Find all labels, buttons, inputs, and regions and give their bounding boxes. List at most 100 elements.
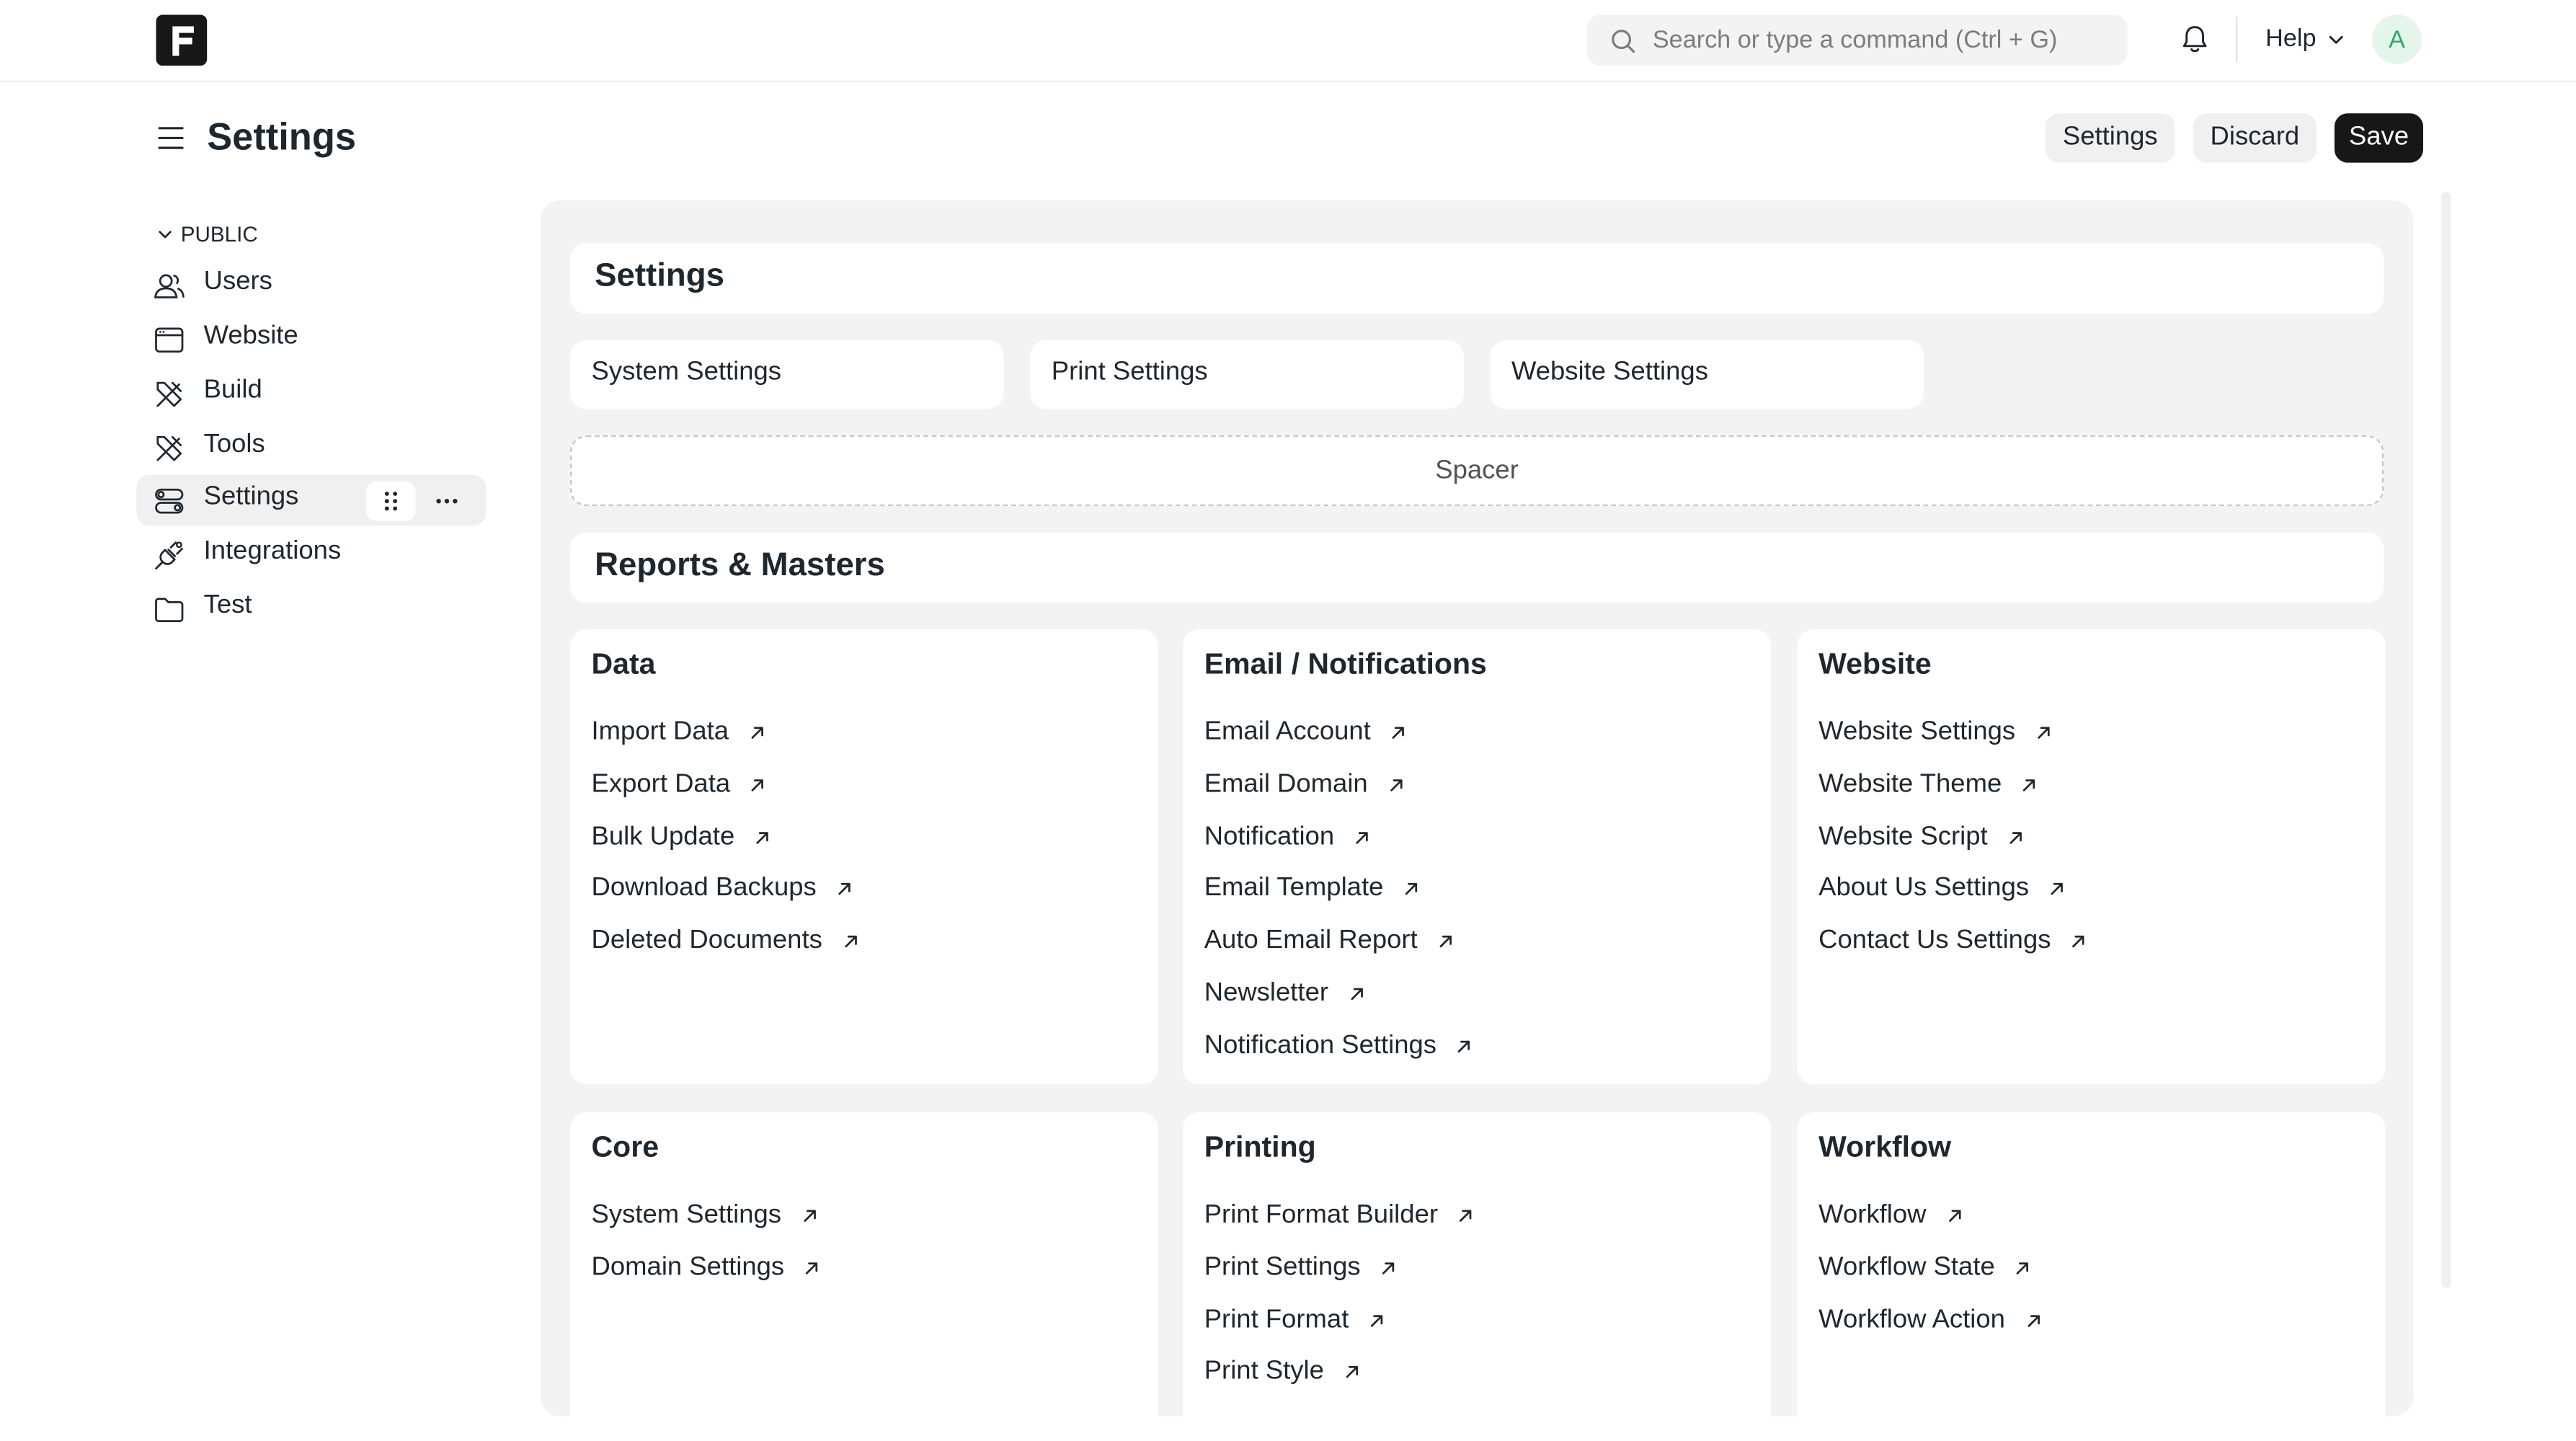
card-title: Data [591, 647, 656, 680]
external-arrow-icon [804, 1260, 820, 1277]
external-arrow-icon [1437, 934, 1454, 950]
frappe-logo-icon [172, 25, 193, 56]
external-arrow-icon [2025, 1312, 2041, 1329]
sidebar-item-label: Integrations [203, 537, 342, 566]
sidebar-item-test[interactable]: Test [136, 583, 486, 634]
user-avatar[interactable]: A [2372, 14, 2422, 64]
external-arrow-icon [836, 882, 853, 898]
card-link[interactable]: Print Format Builder [1204, 1201, 1474, 1231]
card-link[interactable]: Notification [1204, 823, 1371, 852]
page-title: Settings [207, 115, 357, 158]
card-link[interactable]: About Us Settings [1818, 874, 2065, 904]
save-button[interactable]: Save [2334, 113, 2423, 163]
card-link-label: Workflow [1818, 1201, 1927, 1229]
search-input[interactable] [1652, 26, 2128, 55]
card-link[interactable]: Domain Settings [592, 1254, 821, 1283]
card-link-label: Workflow State [1818, 1253, 1995, 1282]
card-link[interactable]: Website Script [1818, 823, 2024, 852]
card-link[interactable]: Bulk Update [592, 823, 771, 852]
card-link[interactable]: Newsletter [1204, 979, 1364, 1008]
bell-icon [2182, 26, 2207, 53]
card-link[interactable]: Workflow [1818, 1201, 1962, 1231]
card-link[interactable]: Deleted Documents [592, 927, 858, 957]
sidebar-section-public[interactable]: PUBLIC [156, 222, 258, 247]
card-link[interactable]: Email Domain [1204, 771, 1404, 800]
discard-button[interactable]: Discard [2193, 113, 2317, 163]
hamburger-menu-icon [158, 127, 184, 149]
card-link[interactable]: Download Backups [592, 874, 853, 904]
card-link-label: Website Settings [1818, 718, 2016, 746]
sidebar-item-settings[interactable]: Settings [136, 474, 487, 526]
help-dropdown[interactable]: Help [2265, 25, 2345, 53]
card-title: Email / Notifications [1204, 647, 1487, 680]
card-link[interactable]: Website Settings [1818, 718, 2051, 748]
spacer-label: Spacer [1435, 456, 1519, 484]
sidebar-item-website[interactable]: Website [136, 314, 486, 365]
drag-handle[interactable] [366, 481, 416, 521]
sidebar-item-build[interactable]: Build [136, 368, 486, 420]
card-link-label: Print Format Builder [1204, 1201, 1438, 1229]
external-arrow-icon [1457, 1207, 1474, 1224]
card-link[interactable]: Workflow State [1818, 1254, 2031, 1283]
shortcut-print-settings[interactable]: Print Settings [1030, 340, 1464, 409]
card-link-label: Domain Settings [591, 1253, 785, 1282]
external-arrow-icon [2071, 934, 2087, 950]
card-link[interactable]: Contact Us Settings [1818, 927, 2087, 957]
external-arrow-icon [1348, 986, 1364, 1003]
link-card-website: Website Website Settings Website Theme Webs… [1797, 629, 2386, 1085]
card-link[interactable]: Print Settings [1204, 1254, 1397, 1283]
shortcut-system-settings[interactable]: System Settings [569, 340, 1004, 409]
card-link-label: Import Data [591, 718, 729, 746]
page-scrollbar[interactable] [2441, 192, 2451, 1288]
link-card-data: Data Import Data Export Data Bulk Update Dow… [569, 629, 1158, 1085]
app-logo[interactable] [156, 14, 208, 66]
card-link[interactable]: Email Account [1204, 718, 1407, 748]
card-link[interactable]: System Settings [592, 1201, 818, 1231]
notifications-button[interactable] [2178, 23, 2211, 64]
sidebar-item-label: Build [203, 376, 262, 404]
card-link[interactable]: Auto Email Report [1204, 927, 1454, 957]
sidebar-item-label: Users [203, 267, 272, 296]
card-link[interactable]: Print Format [1204, 1305, 1385, 1335]
external-arrow-icon [1354, 829, 1370, 846]
card-link[interactable]: Notification Settings [1204, 1032, 1473, 1061]
card-link[interactable]: Export Data [592, 771, 767, 800]
shortcut-label: Print Settings [1051, 358, 1208, 386]
card-link-label: Newsletter [1204, 979, 1328, 1008]
card-link-label: Website Theme [1818, 770, 2002, 799]
sidebar-item-users[interactable]: Users [136, 260, 486, 311]
card-link-label: Email Account [1204, 718, 1371, 746]
external-arrow-icon [1946, 1207, 1963, 1224]
command-search[interactable] [1586, 14, 2128, 66]
settings-button[interactable]: Settings [2045, 113, 2175, 163]
navbar-divider [2236, 16, 2238, 63]
shortcut-website-settings[interactable]: Website Settings [1490, 340, 1924, 409]
sidebar-item-tools[interactable]: Tools [136, 422, 486, 474]
link-card-email-notifications: Email / Notifications Email Account Email … [1183, 629, 1772, 1085]
card-link-label: About Us Settings [1818, 874, 2030, 903]
external-arrow-icon [748, 724, 765, 741]
external-arrow-icon [750, 777, 766, 794]
more-options-button[interactable] [427, 482, 467, 521]
card-link[interactable]: Email Template [1204, 874, 1420, 904]
sidebar-item-integrations[interactable]: Integrations [136, 529, 486, 580]
card-link[interactable]: Workflow Action [1818, 1305, 2041, 1335]
card-link[interactable]: Print Style [1204, 1358, 1360, 1388]
top-navbar: Help A [0, 0, 2576, 82]
link-card-core: Core System Settings Domain Settings [569, 1112, 1158, 1441]
external-arrow-icon [1456, 1038, 1473, 1055]
toggles-icon [153, 484, 186, 526]
external-arrow-icon [1403, 882, 1420, 898]
card-link[interactable]: Import Data [592, 718, 765, 748]
card-link-label: Bulk Update [591, 823, 735, 851]
sidebar-section-label: PUBLIC [180, 221, 258, 247]
card-link[interactable]: Website Theme [1818, 771, 2038, 800]
card-link-label: Export Data [591, 770, 731, 799]
external-arrow-icon [2022, 777, 2038, 794]
external-arrow-icon [2035, 724, 2052, 741]
sidebar-toggle-button[interactable] [156, 123, 186, 161]
spacer-block[interactable]: Spacer [569, 435, 2384, 507]
external-arrow-icon [2015, 1260, 2031, 1277]
search-icon [1612, 29, 1635, 53]
browser-window-icon [153, 324, 186, 365]
